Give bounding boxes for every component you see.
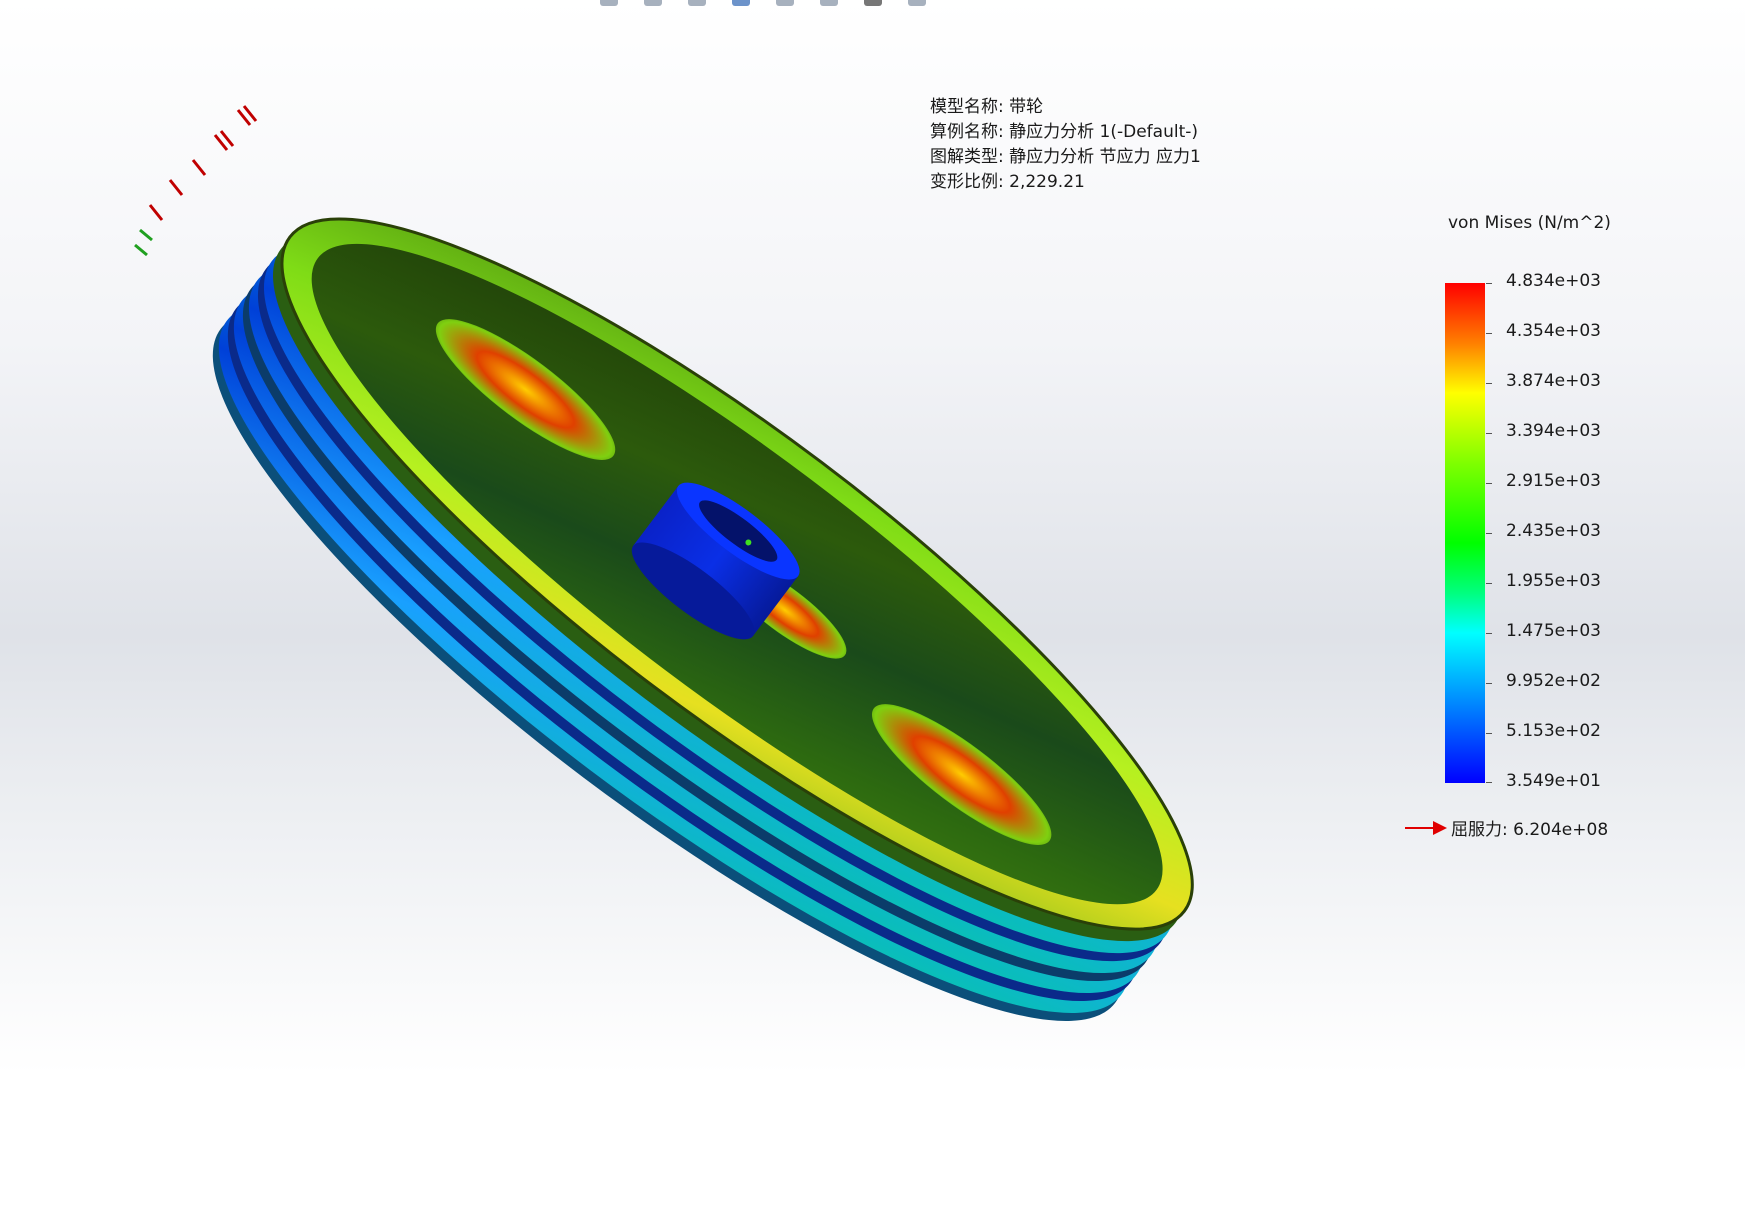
- legend-title: von Mises (N/m^2): [1448, 213, 1611, 233]
- legend-color-bar: [1445, 283, 1485, 783]
- model-name-line: 模型名称: 带轮: [930, 97, 1044, 117]
- legend-label-min: 3.549e+01: [1506, 771, 1602, 791]
- graphics-viewport[interactable]: 模型名称: 带轮 算例名称: 静应力分析 1(-Default-) 图解类型: …: [0, 0, 1745, 1221]
- legend-label: 3.874e+03: [1506, 371, 1602, 391]
- legend-tick: [1486, 383, 1492, 384]
- legend-tick: [1486, 633, 1492, 634]
- legend-label: 2.915e+03: [1506, 471, 1602, 491]
- legend-label: 9.952e+02: [1506, 671, 1602, 691]
- plot-type-line: 图解类型: 静应力分析 节应力 应力1: [930, 147, 1201, 167]
- legend-tick: [1486, 683, 1492, 684]
- legend-label: 3.394e+03: [1506, 421, 1602, 441]
- legend-label: 4.354e+03: [1506, 321, 1602, 341]
- legend-tick: [1486, 433, 1492, 434]
- legend-tick: [1486, 483, 1492, 484]
- yield-arrow-icon: [1405, 820, 1447, 835]
- legend-label: 1.955e+03: [1506, 571, 1602, 591]
- stress-legend[interactable]: von Mises (N/m^2) 4.834e+03 4.354e+03 3.…: [1440, 213, 1710, 853]
- study-name-line: 算例名称: 静应力分析 1(-Default-): [930, 122, 1198, 142]
- yield-strength-indicator: 屈服力: 6.204e+08: [1405, 815, 1608, 840]
- legend-tick: [1486, 283, 1492, 284]
- legend-tick: [1486, 733, 1492, 734]
- legend-label: 2.435e+03: [1506, 521, 1602, 541]
- model-info-block: 模型名称: 带轮 算例名称: 静应力分析 1(-Default-) 图解类型: …: [930, 95, 1201, 195]
- legend-tick: [1486, 533, 1492, 534]
- legend-label: 5.153e+02: [1506, 721, 1602, 741]
- deformation-scale-line: 变形比例: 2,229.21: [930, 172, 1085, 192]
- yield-strength-text: 屈服力: 6.204e+08: [1451, 820, 1609, 840]
- load-markers: [134, 105, 258, 257]
- legend-label: 1.475e+03: [1506, 621, 1602, 641]
- legend-label-max: 4.834e+03: [1506, 271, 1602, 291]
- legend-tick: [1486, 583, 1492, 584]
- legend-tick: [1486, 782, 1492, 783]
- legend-tick: [1486, 333, 1492, 334]
